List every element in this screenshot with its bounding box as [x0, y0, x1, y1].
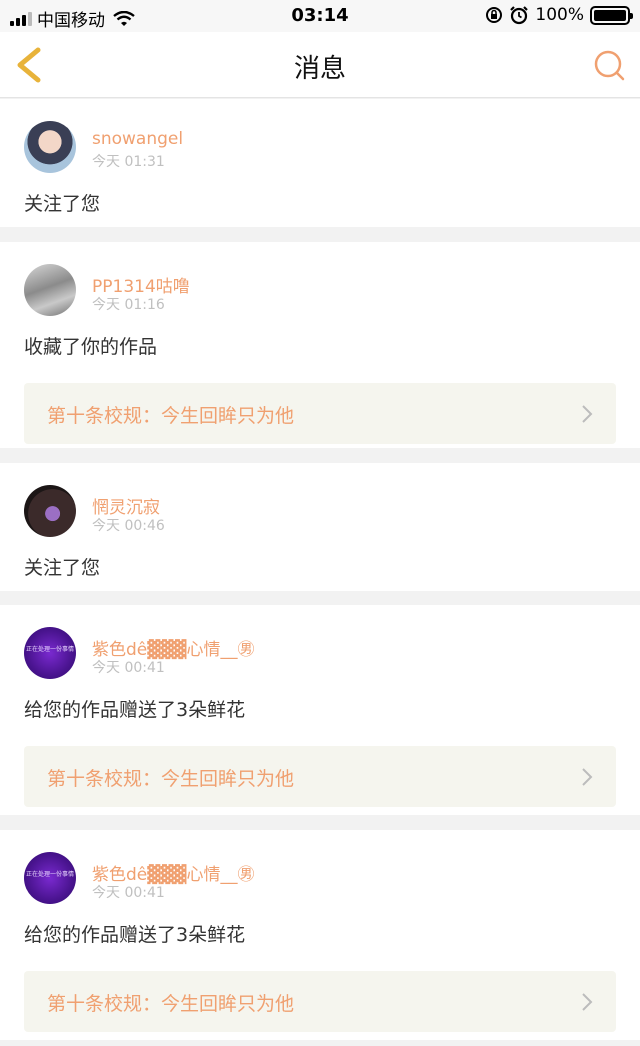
work-title: 第十条校规：今生回眸只为他: [47, 768, 295, 790]
message-card[interactable]: 惘灵沉寂 今天 00:46 关注了您: [0, 463, 640, 591]
message-list: snowangel 今天 01:31 关注了您 PP1314咕噜 今天 01:1…: [0, 99, 640, 1046]
search-icon[interactable]: [592, 48, 626, 82]
message-card[interactable]: 正在处理一份事情 紫色dê▓▓▓心情__㊚ 今天 00:41 给您的作品赠送了3…: [0, 830, 640, 1040]
timestamp: 今天 01:16: [92, 297, 165, 313]
message-text: 给您的作品赠送了3朵鲜花: [24, 924, 246, 946]
avatar[interactable]: 正在处理一份事情: [24, 627, 76, 679]
battery-percent: 100%: [535, 5, 584, 25]
avatar-caption: 正在处理一份事情: [25, 646, 74, 653]
avatar[interactable]: [24, 264, 76, 316]
username[interactable]: snowangel: [92, 129, 183, 149]
message-card[interactable]: PP1314咕噜 今天 01:16 收藏了你的作品 第十条校规：今生回眸只为他: [0, 242, 640, 448]
battery-icon: [590, 5, 633, 25]
page-title: 消息: [293, 54, 346, 84]
alarm-icon: [510, 6, 529, 25]
work-title: 第十条校规：今生回眸只为他: [47, 993, 295, 1015]
message-text: 关注了您: [24, 193, 101, 215]
status-right: 100%: [485, 5, 633, 25]
avatar[interactable]: [24, 485, 76, 537]
avatar-caption: 正在处理一份事情: [25, 871, 74, 878]
message-text: 收藏了你的作品: [24, 336, 158, 358]
work-reference-link[interactable]: 第十条校规：今生回眸只为他: [24, 383, 616, 444]
message-text: 关注了您: [24, 557, 101, 579]
message-text: 给您的作品赠送了3朵鲜花: [24, 699, 246, 721]
message-card[interactable]: snowangel 今天 01:31 关注了您: [0, 99, 640, 227]
work-reference-link[interactable]: 第十条校规：今生回眸只为他: [24, 971, 616, 1032]
chevron-right-icon: [582, 405, 593, 423]
navigation-bar: 消息: [0, 32, 640, 98]
work-reference-link[interactable]: 第十条校规：今生回眸只为他: [24, 746, 616, 807]
rotation-lock-icon: [486, 7, 503, 23]
battery-fill: [594, 9, 626, 21]
timestamp: 今天 00:46: [92, 518, 165, 534]
chevron-right-icon: [582, 993, 593, 1011]
timestamp: 今天 00:41: [92, 885, 165, 901]
timestamp: 今天 01:31: [92, 154, 165, 170]
avatar[interactable]: 正在处理一份事情: [24, 852, 76, 904]
message-card[interactable]: 正在处理一份事情 紫色dê▓▓▓心情__㊚ 今天 00:41 给您的作品赠送了3…: [0, 605, 640, 815]
avatar[interactable]: [24, 121, 76, 173]
chevron-right-icon: [582, 768, 593, 786]
timestamp: 今天 00:41: [92, 660, 165, 676]
status-bar: 中国移动 03:14 100%: [0, 0, 640, 32]
work-title: 第十条校规：今生回眸只为他: [47, 405, 295, 427]
